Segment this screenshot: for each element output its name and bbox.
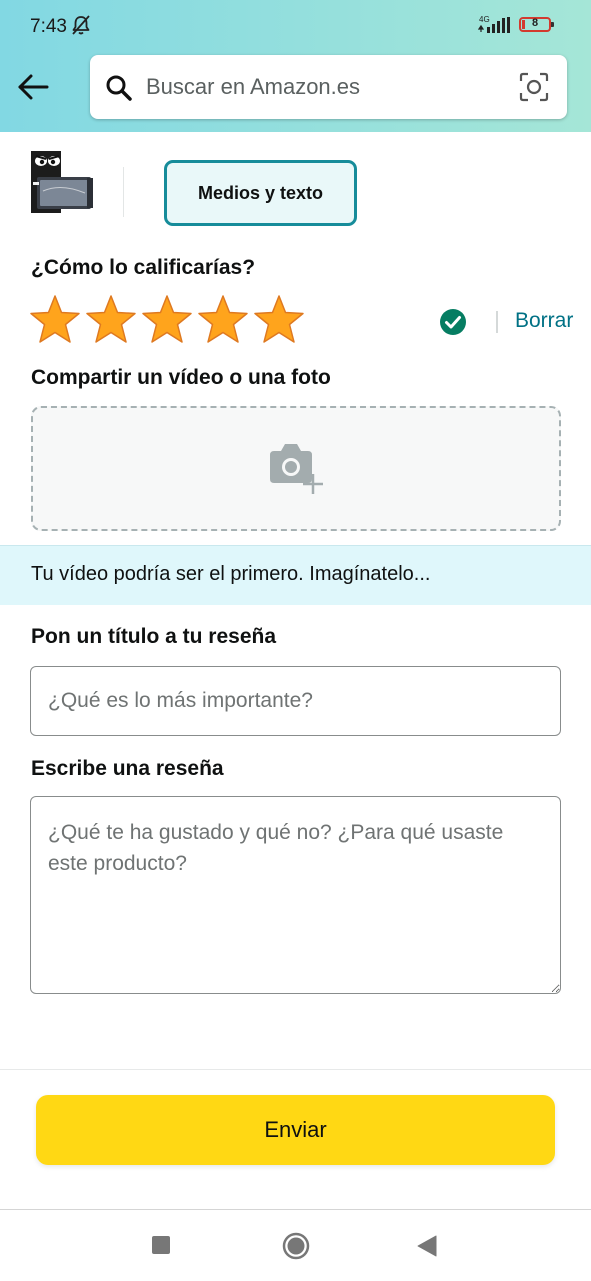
system-nav-bar bbox=[0, 1209, 591, 1281]
media-upload-heading: Compartir un vídeo o una foto bbox=[31, 366, 331, 389]
star-icon-1[interactable] bbox=[28, 293, 82, 347]
check-circle-icon bbox=[439, 308, 467, 341]
battery-icon: 8 bbox=[519, 17, 554, 32]
back-nav-icon[interactable] bbox=[417, 1235, 437, 1262]
footer-divider bbox=[0, 1069, 591, 1070]
star-icon-3[interactable] bbox=[140, 293, 194, 347]
status-time: 7:43 bbox=[30, 16, 67, 37]
app-header: 7:43 4G 8 bbox=[0, 0, 591, 132]
bell-off-icon bbox=[70, 14, 92, 41]
separator bbox=[496, 311, 498, 333]
star-icon-5[interactable] bbox=[252, 293, 306, 347]
status-bar: 7:43 4G 8 bbox=[0, 0, 591, 52]
review-title-heading: Pon un título a tu reseña bbox=[31, 625, 277, 648]
review-body-textarea[interactable] bbox=[30, 796, 561, 994]
info-banner-text: Tu vídeo podría ser el primero. Imagínat… bbox=[31, 563, 431, 585]
clear-rating-link[interactable]: Borrar bbox=[515, 309, 573, 333]
info-banner: Tu vídeo podría ser el primero. Imagínat… bbox=[0, 545, 591, 605]
media-upload-area[interactable] bbox=[31, 406, 561, 531]
star-rating[interactable] bbox=[28, 293, 308, 347]
arrow-left-icon[interactable] bbox=[16, 70, 50, 104]
add-photo-icon[interactable] bbox=[266, 441, 326, 502]
search-bar[interactable] bbox=[90, 55, 567, 119]
rating-heading: ¿Cómo lo calificarías? bbox=[31, 256, 256, 279]
search-input[interactable] bbox=[146, 67, 506, 107]
signal-icon bbox=[477, 17, 512, 38]
submit-button[interactable]: Enviar bbox=[36, 1095, 555, 1165]
review-title-input[interactable] bbox=[30, 666, 561, 736]
search-icon[interactable] bbox=[105, 74, 133, 107]
review-body-heading: Escribe una reseña bbox=[31, 757, 224, 780]
star-icon-2[interactable] bbox=[84, 293, 138, 347]
tab-media-and-text[interactable]: Medios y texto bbox=[164, 160, 357, 226]
home-icon[interactable] bbox=[282, 1232, 310, 1265]
camera-search-icon[interactable] bbox=[519, 72, 549, 107]
star-icon-4[interactable] bbox=[196, 293, 250, 347]
product-thumbnail bbox=[31, 151, 95, 213]
battery-level: 8 bbox=[531, 17, 539, 29]
vertical-divider bbox=[123, 167, 124, 217]
recent-apps-icon[interactable] bbox=[152, 1236, 170, 1254]
